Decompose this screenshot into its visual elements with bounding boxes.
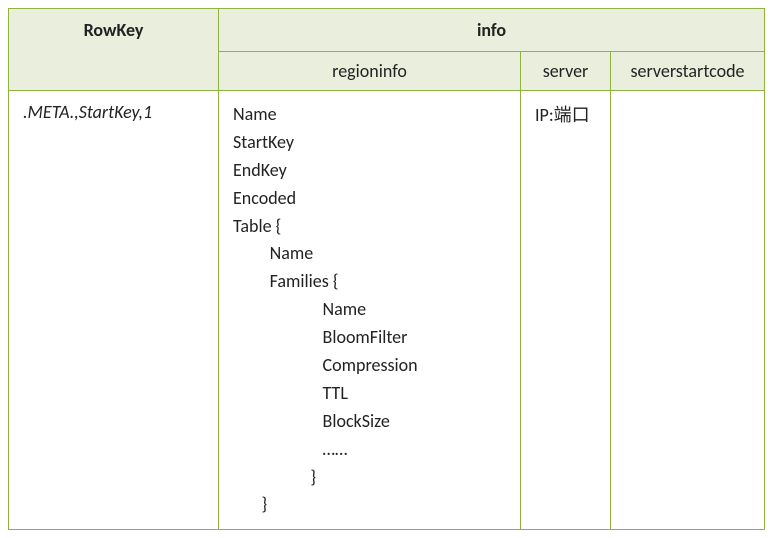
cell-regioninfo: Name StartKey EndKey Encoded Table { Nam… [219, 91, 521, 530]
meta-table: RowKey info regioninfo server serverstar… [8, 8, 765, 530]
regioninfo-block: Name StartKey EndKey Encoded Table { Nam… [233, 101, 506, 519]
header-info: info [219, 9, 765, 52]
table-row: .META.,StartKey,1 Name StartKey EndKey E… [9, 91, 765, 530]
cell-rowkey: .META.,StartKey,1 [9, 91, 219, 530]
cell-serverstartcode [611, 91, 765, 530]
header-rowkey: RowKey [9, 9, 219, 91]
header-serverstartcode: serverstartcode [611, 52, 765, 91]
cell-server: IP:端口 [521, 91, 611, 530]
header-server: server [521, 52, 611, 91]
header-regioninfo: regioninfo [219, 52, 521, 91]
